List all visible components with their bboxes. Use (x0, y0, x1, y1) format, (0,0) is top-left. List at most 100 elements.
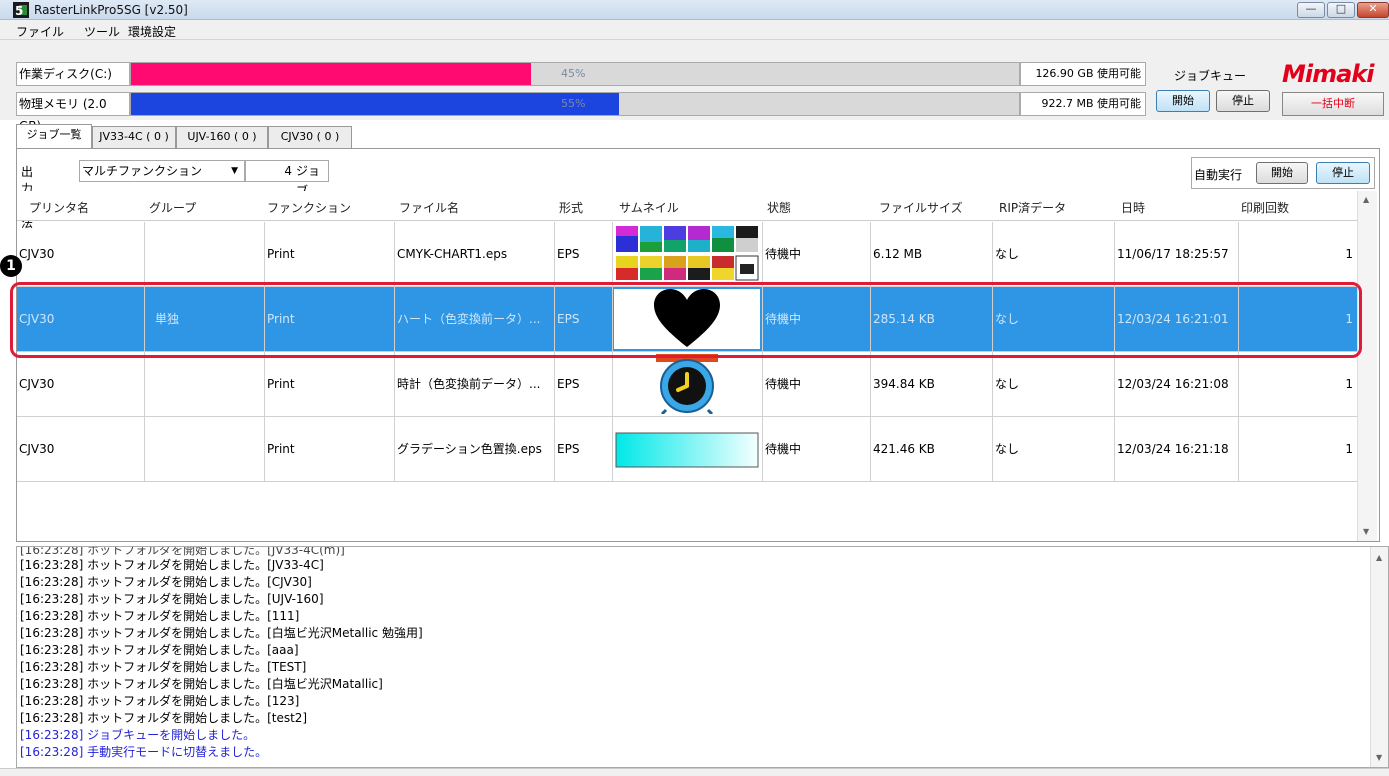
cell-print-count: 1 (1345, 442, 1353, 456)
output-method-select[interactable]: マルチファンクション ▼ (79, 160, 245, 182)
table-row[interactable]: CJV30 Print 時計（色変換前データ）... EPS 待機中 394.8… (17, 352, 1357, 417)
column-header[interactable]: プリンタ名 (29, 199, 89, 216)
column-header[interactable]: グループ (149, 199, 196, 216)
output-method-value: マルチファンクション (82, 164, 203, 178)
job-table: プリンタ名 グループ ファンクション ファイル名 形式 サムネイル 状態 ファイ… (17, 191, 1379, 541)
disk-free-space: 126.90 GB 使用可能 (1020, 62, 1146, 86)
disk-label: 作業ディスク(C:) (16, 62, 130, 86)
cell-file-size: 421.46 KB (871, 417, 993, 481)
column-header[interactable]: ファンクション (267, 199, 351, 216)
menu-settings[interactable]: 環境設定 (128, 23, 176, 40)
abort-all-button[interactable]: 一括中断 (1282, 92, 1384, 116)
close-button[interactable]: ✕ (1357, 2, 1389, 18)
job-queue-title: ジョブキュー (1174, 69, 1247, 83)
maximize-icon: □ (1335, 2, 1347, 15)
menu-file[interactable]: ファイル (16, 23, 64, 40)
scroll-down-icon[interactable]: ▼ (1376, 753, 1382, 762)
scroll-up-icon[interactable]: ▲ (1376, 553, 1382, 562)
tab-job-list[interactable]: ジョブ一覧 (16, 124, 92, 148)
scroll-down-icon[interactable]: ▼ (1363, 527, 1369, 536)
log-line: [16:23:28] ホットフォルダを開始しました。[TEST] (20, 660, 307, 674)
log-line: [16:23:28] ジョブキューを開始しました。 (20, 728, 256, 742)
memory-usage-row: 物理メモリ (2.0 GB) 55% 922.7 MB 使用可能 (0, 92, 1150, 133)
cell-print-count: 1 (1345, 377, 1353, 391)
table-row[interactable]: CJV30 Print グラデーション色置換.eps EPS 待機中 421.4… (17, 417, 1357, 482)
table-scrollbar[interactable]: ▲ ▼ (1357, 191, 1377, 541)
menu-bar: ファイル ツール 環境設定 (0, 20, 1389, 40)
cell-filename: グラデーション色置換.eps (395, 417, 555, 481)
log-line: [16:23:28] 手動実行モードに切替えました。 (20, 745, 268, 759)
job-queue-stop-button[interactable]: 停止 (1216, 90, 1270, 112)
tab-ujv-160[interactable]: UJV-160 ( 0 ) (176, 126, 268, 148)
tab-cjv30[interactable]: CJV30 ( 0 ) (268, 126, 352, 148)
job-queue-start-button[interactable]: 開始 (1156, 90, 1210, 112)
job-queue-panel: ジョブキュー 開始 停止 (1150, 42, 1278, 118)
memory-usage-percent: 55% (561, 97, 586, 110)
menu-tools[interactable]: ツール (84, 23, 120, 40)
cell-date: 12/03/24 16:21:18 (1115, 417, 1239, 481)
log-line: [16:23:28] ホットフォルダを開始しました。[白塩ビ光沢Matallic… (20, 677, 383, 691)
column-header[interactable]: ファイル名 (399, 199, 459, 216)
brand-logo: Mimaki (1280, 60, 1389, 94)
svg-text:Mimaki: Mimaki (1282, 60, 1375, 88)
mimaki-logo-icon: Mimaki (1282, 60, 1376, 88)
status-bar (0, 768, 1389, 776)
cell-function: Print (265, 222, 395, 286)
cell-file-size: 394.84 KB (871, 352, 993, 416)
column-header[interactable]: ファイルサイズ (879, 199, 963, 216)
scroll-up-icon[interactable]: ▲ (1363, 195, 1369, 204)
color-chart-thumbnail (614, 224, 760, 284)
log-line: [16:23:28] ホットフォルダを開始しました。[UJV-160] (20, 592, 324, 606)
auto-run-panel: 自動実行 開始 停止 (1191, 157, 1375, 189)
column-header[interactable]: 状態 (767, 199, 791, 216)
disk-usage-bar: 45% (130, 62, 1020, 86)
maximize-button[interactable]: □ (1327, 2, 1355, 18)
memory-usage-bar: 55% (130, 92, 1020, 116)
table-header: プリンタ名 グループ ファンクション ファイル名 形式 サムネイル 状態 ファイ… (17, 191, 1357, 221)
disk-usage-fill (131, 63, 531, 85)
cell-printer: CJV30 (17, 222, 145, 286)
cell-status: 待機中 (763, 417, 871, 481)
column-header[interactable]: RIP済データ (999, 199, 1066, 216)
column-header[interactable]: 日時 (1121, 199, 1145, 216)
cell-group (145, 417, 265, 481)
cell-format: EPS (555, 222, 613, 286)
column-header[interactable]: 印刷回数 (1241, 199, 1289, 216)
cell-date: 11/06/17 18:25:57 (1115, 222, 1239, 286)
log-line: [16:23:28] ホットフォルダを開始しました。[JV33-4C] (20, 558, 324, 572)
job-count-value: 4 (284, 164, 292, 178)
log-line: [16:23:28] ホットフォルダを開始しました。[test2] (20, 711, 308, 725)
job-count-field: 4 ジョブ (245, 160, 329, 198)
auto-run-start-button[interactable]: 開始 (1256, 162, 1308, 184)
table-row[interactable]: CJV30 Print CMYK-CHART1.eps EPS 待機中 6.12… (17, 222, 1357, 287)
column-header[interactable]: 形式 (559, 199, 583, 216)
log-scrollbar[interactable]: ▲ ▼ (1370, 547, 1388, 767)
clock-thumbnail (614, 354, 760, 414)
cell-printer: CJV30 (17, 417, 145, 481)
log-line: [16:23:28] ホットフォルダを開始しました。[111] (20, 609, 300, 623)
minimize-button[interactable]: — (1297, 2, 1325, 18)
cell-group (145, 222, 265, 286)
close-icon: ✕ (1368, 2, 1378, 15)
cell-status: 待機中 (763, 352, 871, 416)
minimize-icon: — (1305, 2, 1317, 15)
cell-filename: 時計（色変換前データ）... (395, 352, 555, 416)
window-title: RasterLinkPro5SG [v2.50] (34, 3, 188, 17)
disk-usage-row: 作業ディスク(C:) 45% 126.90 GB 使用可能 (0, 62, 1150, 86)
cell-printer: CJV30 (17, 352, 145, 416)
tab-jv33-4c[interactable]: JV33-4C ( 0 ) (92, 126, 176, 148)
auto-run-stop-button[interactable]: 停止 (1316, 162, 1370, 184)
auto-run-label: 自動実行 (1194, 168, 1243, 182)
selection-highlight-frame (10, 282, 1362, 358)
cell-rip-data: なし (993, 352, 1115, 416)
svg-text:5: 5 (15, 4, 23, 18)
cell-status: 待機中 (763, 222, 871, 286)
app-logo-icon: 5 (13, 2, 29, 18)
cell-date: 12/03/24 16:21:08 (1115, 352, 1239, 416)
column-header[interactable]: サムネイル (619, 199, 679, 216)
callout-marker: 1 (0, 255, 22, 277)
cell-function: Print (265, 352, 395, 416)
cell-print-count: 1 (1345, 247, 1353, 261)
log-line: [16:23:28] ホットフォルダを開始しました。[123] (20, 694, 300, 708)
chevron-down-icon: ▼ (231, 166, 238, 176)
